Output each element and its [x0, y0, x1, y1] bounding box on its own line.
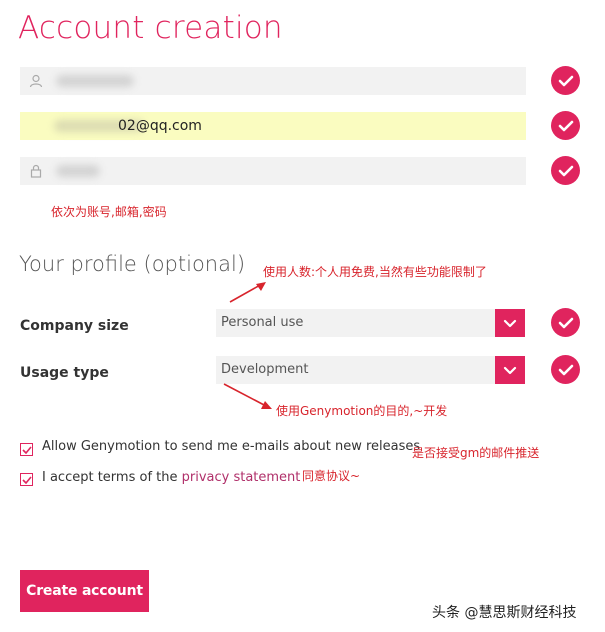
profile-title: Your profile (optional): [19, 252, 246, 276]
user-icon: [23, 67, 49, 95]
terms-prefix: I accept terms of the: [42, 470, 182, 485]
company-size-value: Personal use: [221, 315, 304, 330]
company-size-label: Company size: [20, 318, 129, 334]
usage-type-annotation: 使用Genymotion的目的,~开发: [276, 404, 448, 418]
company-size-valid-icon: [551, 308, 580, 337]
redacted-password: [56, 165, 100, 177]
newsletter-checkbox[interactable]: [20, 443, 33, 456]
email-valid-icon: [551, 111, 580, 140]
company-size-select[interactable]: Personal use: [216, 309, 525, 337]
terms-label: I accept terms of the privacy statement: [42, 470, 300, 485]
chevron-down-icon[interactable]: [495, 356, 525, 384]
password-field[interactable]: [20, 157, 526, 185]
newsletter-label: Allow Genymotion to send me e-mails abou…: [42, 439, 421, 454]
annotation-arrow-down: [223, 383, 272, 409]
usage-type-label: Usage type: [20, 365, 109, 381]
username-valid-icon: [551, 66, 580, 95]
newsletter-annotation: 是否接受gm的邮件推送: [412, 446, 540, 460]
password-valid-icon: [551, 156, 580, 185]
page-title: Account creation: [18, 10, 283, 46]
redacted-username: [56, 75, 134, 87]
email-field[interactable]: 02@qq.com: [20, 112, 526, 140]
terms-checkbox[interactable]: [20, 473, 33, 486]
lock-icon: [23, 157, 49, 185]
terms-annotation: 同意协议~: [302, 469, 361, 483]
chevron-down-icon[interactable]: [495, 309, 525, 337]
fields-annotation: 依次为账号,邮箱,密码: [51, 205, 167, 219]
company-size-annotation: 使用人数:个人用免费,当然有些功能限制了: [263, 265, 487, 279]
create-account-button[interactable]: Create account: [20, 570, 149, 612]
usage-type-value: Development: [221, 362, 309, 377]
watermark-text: 头条 @慧思斯财经科技: [432, 605, 577, 621]
privacy-statement-link[interactable]: privacy statement: [182, 470, 301, 485]
annotation-arrow-up: [229, 282, 266, 303]
usage-type-valid-icon: [551, 355, 580, 384]
email-value: 02@qq.com: [118, 118, 202, 134]
usage-type-select[interactable]: Development: [216, 356, 525, 384]
username-field[interactable]: [20, 67, 526, 95]
